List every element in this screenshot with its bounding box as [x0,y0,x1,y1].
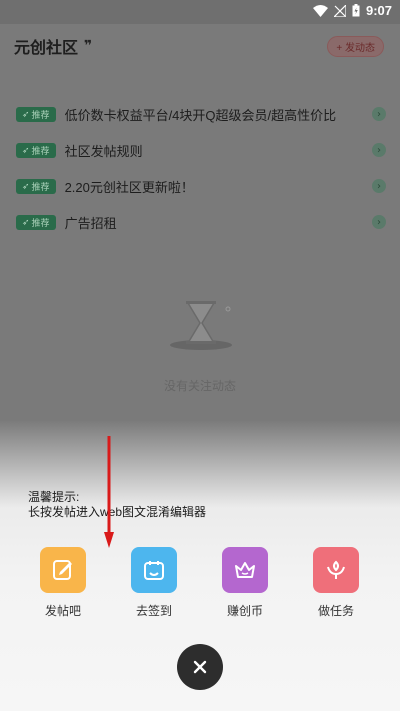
notice-title: 2.20元创社区更新啦！ [64,179,194,195]
hourglass-illustration [170,301,232,350]
close-icon [193,660,207,674]
notice-title: 低价数卡权益平台/4块开Q超级会员/超高性价比 [64,107,337,123]
annotation-arrow-icon [104,436,114,548]
tasks-action[interactable]: 做任务 [296,547,376,619]
recommend-tag: ➶ 推荐 [16,142,56,158]
rocket-icon: ➶ [22,144,30,155]
quote-icon[interactable]: ❞ [84,38,92,54]
empty-state-text: 没有关注动态 [163,379,236,393]
rocket-icon: ➶ [22,216,30,227]
action-label: 赚创币 [226,604,263,618]
tip-text: 温馨提示: 长按发帖进入web图文混淆编辑器 [28,490,206,520]
list-item[interactable]: ➶ 推荐 低价数卡权益平台/4块开Q超级会员/超高性价比 › [16,96,386,132]
chevron-right-icon: › [372,215,386,229]
earn-coins-action[interactable]: 赚创币 [205,547,285,619]
action-label: 做任务 [317,604,354,618]
rocket-icon: ➶ [22,108,30,119]
signal-off-icon [333,4,346,17]
wifi-icon [312,4,328,17]
list-item[interactable]: ➶ 推荐 广告招租 › [16,204,386,240]
page-header: 元创社区 ❞ + 发动态 [14,34,386,58]
chevron-right-icon: › [372,179,386,193]
recommend-tag: ➶ 推荐 [16,214,56,230]
status-icons: 9:07 [312,3,392,18]
flower-icon[interactable] [313,547,359,593]
calendar-icon[interactable] [131,547,177,593]
close-button[interactable] [177,644,223,690]
page-title: 元创社区 [14,40,79,57]
battery-icon [352,4,360,17]
crown-icon[interactable] [222,547,268,593]
edit-icon[interactable] [40,547,86,593]
chevron-right-icon: › [372,107,386,121]
clock: 9:07 [365,3,392,18]
tip-title: 温馨提示: [28,490,80,504]
rocket-icon: ➶ [22,180,30,191]
tip-body: 长按发帖进入web图文混淆编辑器 [28,505,207,519]
list-item[interactable]: ➶ 推荐 社区发帖规则 › [16,132,386,168]
notice-title: 社区发帖规则 [64,143,143,159]
notice-list: ➶ 推荐 低价数卡权益平台/4块开Q超级会员/超高性价比 › ➶ 推荐 社区发帖规则… [16,96,386,240]
recommend-tag: ➶ 推荐 [16,106,56,122]
post-update-button[interactable]: + 发动态 [327,36,384,57]
chevron-right-icon: › [372,143,386,157]
action-label: 去签到 [135,604,172,618]
list-item[interactable]: ➶ 推荐 2.20元创社区更新啦！ › [16,168,386,204]
status-bar: 9:07 [0,0,400,24]
notice-title: 广告招租 [64,215,117,231]
action-label: 发帖吧 [44,604,81,618]
post-action[interactable]: 发帖吧 [23,547,103,619]
checkin-action[interactable]: 去签到 [114,547,194,619]
recommend-tag: ➶ 推荐 [16,178,56,194]
